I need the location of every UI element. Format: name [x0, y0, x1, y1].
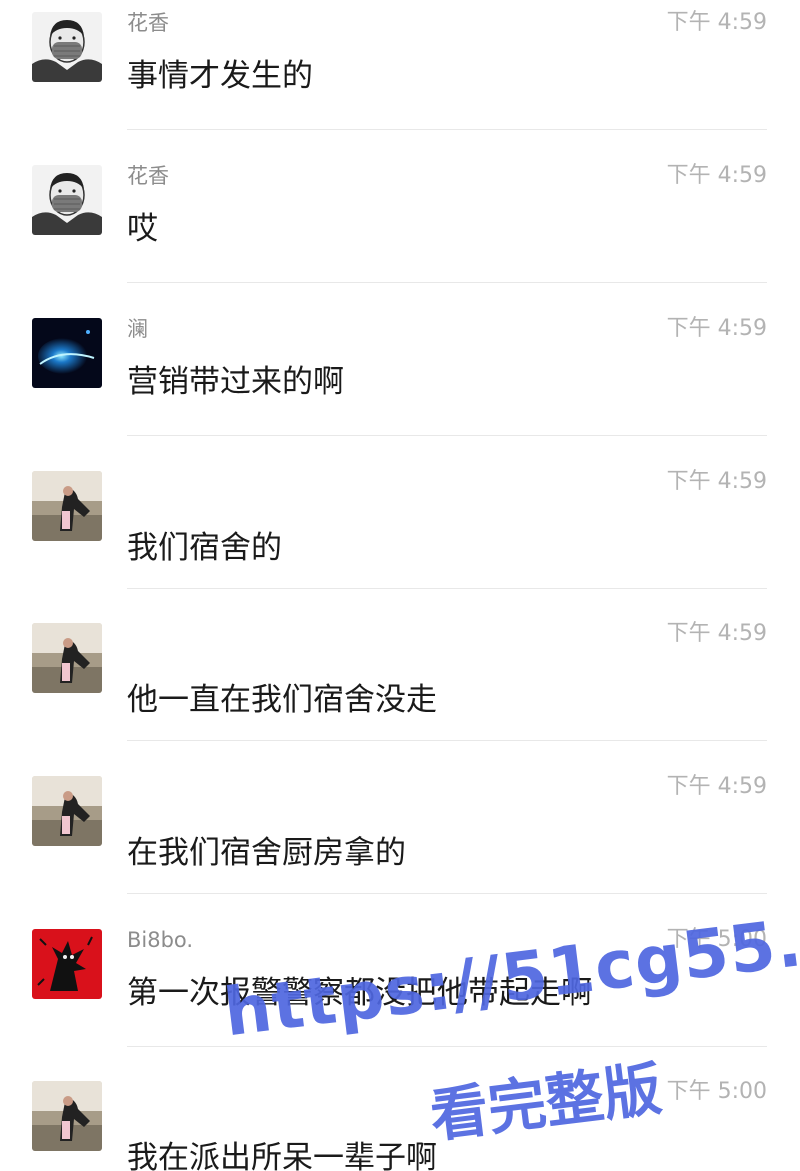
message-text: 我在派出所呆一辈子啊 [127, 1140, 437, 1171]
divider [127, 282, 767, 283]
message-text: 事情才发生的 [127, 58, 313, 94]
message-text: 哎 [127, 211, 158, 247]
message-item[interactable]: 下午 4:59 我们宿舍的 [0, 459, 800, 611]
divider [127, 588, 767, 589]
message-time: 下午 4:59 [666, 469, 767, 494]
message-item[interactable]: 花香 下午 4:59 哎 [0, 153, 800, 305]
message-text: 第一次报警警察都没把他带起走啊 [127, 975, 592, 1011]
sender-name: Bi8bo. [127, 928, 194, 952]
divider [127, 435, 767, 436]
message-time: 下午 4:59 [666, 774, 767, 799]
message-item[interactable]: 花香 下午 4:59 事情才发生的 [0, 0, 800, 152]
sender-name: 花香 [127, 164, 169, 188]
sender-name: 澜 [127, 317, 148, 341]
dark-blue-light-avatar[interactable] [32, 318, 102, 388]
message-text: 在我们宿舍厨房拿的 [127, 835, 406, 871]
message-text: 我们宿舍的 [127, 530, 282, 566]
message-item[interactable]: Bi8bo. 下午 5:00 第一次报警警察都没把他带起走啊 [0, 917, 800, 1069]
divider [127, 129, 767, 130]
message-item[interactable]: 下午 4:59 在我们宿舍厨房拿的 [0, 764, 800, 916]
message-time: 下午 5:00 [666, 927, 767, 952]
sender-name: 花香 [127, 11, 169, 35]
message-time: 下午 5:00 [666, 1079, 767, 1104]
message-time: 下午 4:59 [666, 10, 767, 35]
masked-man-avatar[interactable] [32, 165, 102, 235]
message-item[interactable]: 下午 4:59 他一直在我们宿舍没走 [0, 611, 800, 763]
masked-man-avatar[interactable] [32, 12, 102, 82]
divider [127, 740, 767, 741]
beach-girl-avatar[interactable] [32, 623, 102, 693]
red-black-figure-avatar[interactable] [32, 929, 102, 999]
message-item[interactable]: 下午 5:00 我在派出所呆一辈子啊 [0, 1069, 800, 1171]
beach-girl-avatar[interactable] [32, 776, 102, 846]
beach-girl-avatar[interactable] [32, 1081, 102, 1151]
message-text: 营销带过来的啊 [127, 364, 344, 400]
message-time: 下午 4:59 [666, 621, 767, 646]
chat-message-list: 花香 下午 4:59 事情才发生的 花香 下午 4:59 哎 澜 下午 4:59… [0, 0, 800, 1171]
divider [127, 893, 767, 894]
message-item[interactable]: 澜 下午 4:59 营销带过来的啊 [0, 306, 800, 458]
message-text: 他一直在我们宿舍没走 [127, 682, 437, 718]
message-time: 下午 4:59 [666, 163, 767, 188]
message-time: 下午 4:59 [666, 316, 767, 341]
beach-girl-avatar[interactable] [32, 471, 102, 541]
divider [127, 1046, 767, 1047]
